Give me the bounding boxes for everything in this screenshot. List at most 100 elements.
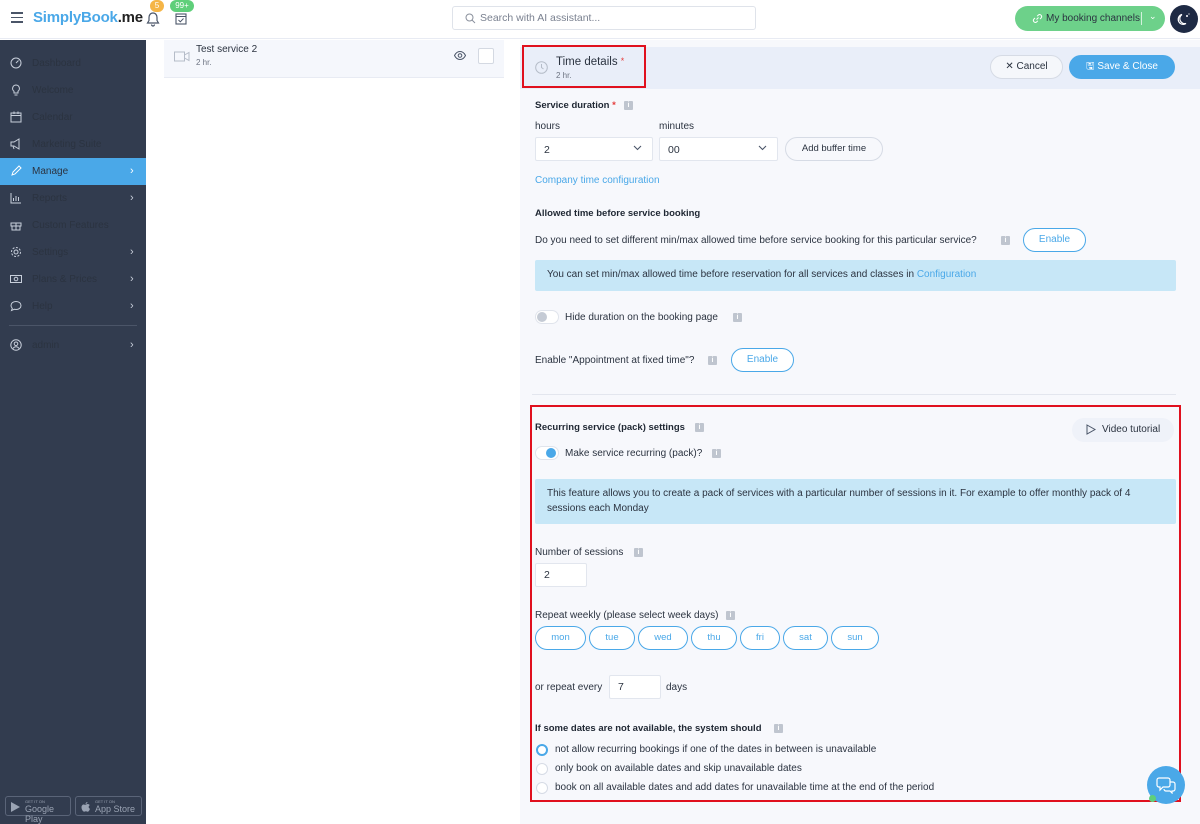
sidebar-item-admin[interactable]: admin ›	[0, 332, 146, 359]
search-icon	[465, 13, 476, 24]
company-time-config-link[interactable]: Company time configuration	[535, 175, 660, 186]
day-fri-button[interactable]: fri	[740, 626, 780, 650]
recurring-toggle[interactable]	[535, 446, 559, 460]
moon-icon	[1177, 13, 1190, 25]
info-icon[interactable]: i	[634, 548, 643, 557]
info-icon[interactable]: i	[774, 724, 783, 733]
save-icon: 🖫	[1086, 61, 1095, 72]
day-wed-button[interactable]: wed	[638, 626, 688, 650]
chat-icon	[1156, 777, 1176, 794]
info-icon[interactable]: i	[695, 423, 704, 432]
lightbulb-icon	[12, 84, 20, 96]
sidebar-item-calendar[interactable]: Calendar	[0, 104, 146, 131]
time-details-panel: Time details * 2 hr. ✕ Cancel 🖫 Save & C…	[520, 40, 1200, 824]
hide-duration-toggle[interactable]	[535, 310, 559, 324]
chat-button[interactable]	[1147, 766, 1185, 804]
sessions-input[interactable]: 2	[535, 563, 587, 587]
google-play-badge[interactable]: GET IT ON Google Play	[5, 796, 71, 824]
repeat-weekly-label: Repeat weekly (please select week days)	[535, 610, 719, 621]
info-icon[interactable]: i	[624, 101, 633, 110]
sidebar-item-dashboard[interactable]: Dashboard	[0, 50, 146, 77]
sidebar-item-welcome[interactable]: Welcome	[0, 77, 146, 104]
info-icon[interactable]: i	[1001, 236, 1010, 245]
day-sat-button[interactable]: sat	[783, 626, 828, 650]
service-list: Test service 2 2 hr.	[146, 40, 520, 824]
hours-label: hours	[535, 121, 561, 132]
minutes-label: minutes	[659, 121, 695, 132]
info-icon[interactable]: i	[733, 313, 742, 322]
day-thu-button[interactable]: thu	[691, 626, 737, 650]
day-sun-button[interactable]: sun	[831, 626, 879, 650]
sidebar-item-reports[interactable]: Reports ›	[0, 185, 146, 212]
service-checkbox[interactable]	[478, 48, 494, 64]
apple-icon	[81, 802, 90, 812]
link-icon	[1032, 14, 1043, 23]
allowed-time-question: Do you need to set different min/max all…	[535, 235, 977, 246]
megaphone-icon	[10, 138, 20, 150]
enable-fixed-time-button[interactable]: Enable	[731, 348, 794, 372]
chevron-right-icon: ›	[130, 246, 134, 258]
list-item[interactable]: Test service 2 2 hr.	[164, 40, 504, 78]
tasks-icon[interactable]	[175, 12, 187, 25]
sessions-label: Number of sessions	[535, 547, 624, 558]
video-tutorial-button[interactable]: Video tutorial	[1072, 418, 1174, 442]
fixed-time-label: Enable "Appointment at fixed time"?	[535, 355, 695, 366]
divider	[1141, 12, 1142, 25]
sidebar-item-marketing-suite[interactable]: Marketing Suite	[0, 131, 146, 158]
info-icon[interactable]: i	[712, 449, 721, 458]
chevron-right-icon: ›	[130, 192, 134, 204]
user-icon	[10, 339, 22, 351]
dark-mode-toggle[interactable]	[1170, 5, 1198, 33]
radio-label: book on all available dates and add date…	[555, 782, 935, 793]
day-mon-button[interactable]: mon	[535, 626, 586, 650]
info-icon[interactable]: i	[726, 611, 735, 620]
hide-duration-label: Hide duration on the booking page	[565, 312, 718, 323]
recurring-toggle-label: Make service recurring (pack)?	[565, 448, 703, 459]
pencil-icon	[11, 165, 22, 176]
section-divider	[532, 394, 1176, 395]
eye-icon[interactable]	[454, 51, 466, 60]
service-duration: 2 hr.	[196, 58, 212, 67]
cancel-button[interactable]: ✕ Cancel	[990, 55, 1063, 79]
radio-label: not allow recurring bookings if one of t…	[555, 744, 877, 755]
recurring-title: Recurring service (pack) settings	[535, 422, 685, 433]
radio-not-allow[interactable]	[536, 744, 548, 756]
highlight-box	[530, 405, 1181, 802]
sidebar-item-manage[interactable]: Manage ›	[0, 158, 146, 185]
chevron-down-icon	[758, 145, 767, 151]
enable-allowed-time-button[interactable]: Enable	[1023, 228, 1086, 252]
top-bar: SimplyBook.me 5 99+ My booking channels …	[0, 0, 1200, 39]
highlight-box	[522, 45, 646, 88]
hours-select[interactable]: 2	[535, 137, 653, 161]
sidebar-item-plans-prices[interactable]: Plans & Prices ›	[0, 266, 146, 293]
radio-skip-unavailable[interactable]	[536, 763, 548, 775]
day-tue-button[interactable]: tue	[589, 626, 635, 650]
sidebar-item-settings[interactable]: Settings ›	[0, 239, 146, 266]
info-icon[interactable]: i	[708, 356, 717, 365]
menu-icon[interactable]	[11, 12, 23, 23]
minutes-select[interactable]: 00	[659, 137, 778, 161]
radio-add-at-end[interactable]	[536, 782, 548, 794]
configuration-link[interactable]: Configuration	[917, 269, 976, 280]
bell-icon[interactable]	[146, 11, 160, 27]
money-icon	[10, 275, 22, 283]
save-close-button[interactable]: 🖫 Save & Close	[1069, 55, 1175, 79]
sidebar-item-help[interactable]: Help ›	[0, 293, 146, 320]
sidebar-item-custom-features[interactable]: Custom Features	[0, 212, 146, 239]
gear-icon	[11, 247, 21, 257]
app-store-badge[interactable]: GET IT ON App Store	[75, 796, 142, 816]
video-camera-icon	[174, 51, 190, 62]
search-input[interactable]	[480, 10, 740, 26]
logo[interactable]: SimplyBook.me	[33, 9, 143, 26]
service-name: Test service 2	[196, 44, 258, 55]
search-box[interactable]	[452, 6, 756, 30]
add-buffer-time-button[interactable]: Add buffer time	[785, 137, 883, 161]
booking-channels-button[interactable]: My booking channels ⌄	[1015, 6, 1165, 31]
chevron-down-icon	[633, 145, 642, 151]
close-icon: ✕	[1005, 61, 1014, 72]
repeat-every-input[interactable]: 7	[609, 675, 661, 699]
chart-icon	[10, 193, 21, 204]
recurring-info: This feature allows you to create a pack…	[535, 479, 1176, 524]
chat-bubble-icon	[10, 300, 22, 312]
chevron-down-icon[interactable]: ⌄	[1149, 11, 1157, 22]
